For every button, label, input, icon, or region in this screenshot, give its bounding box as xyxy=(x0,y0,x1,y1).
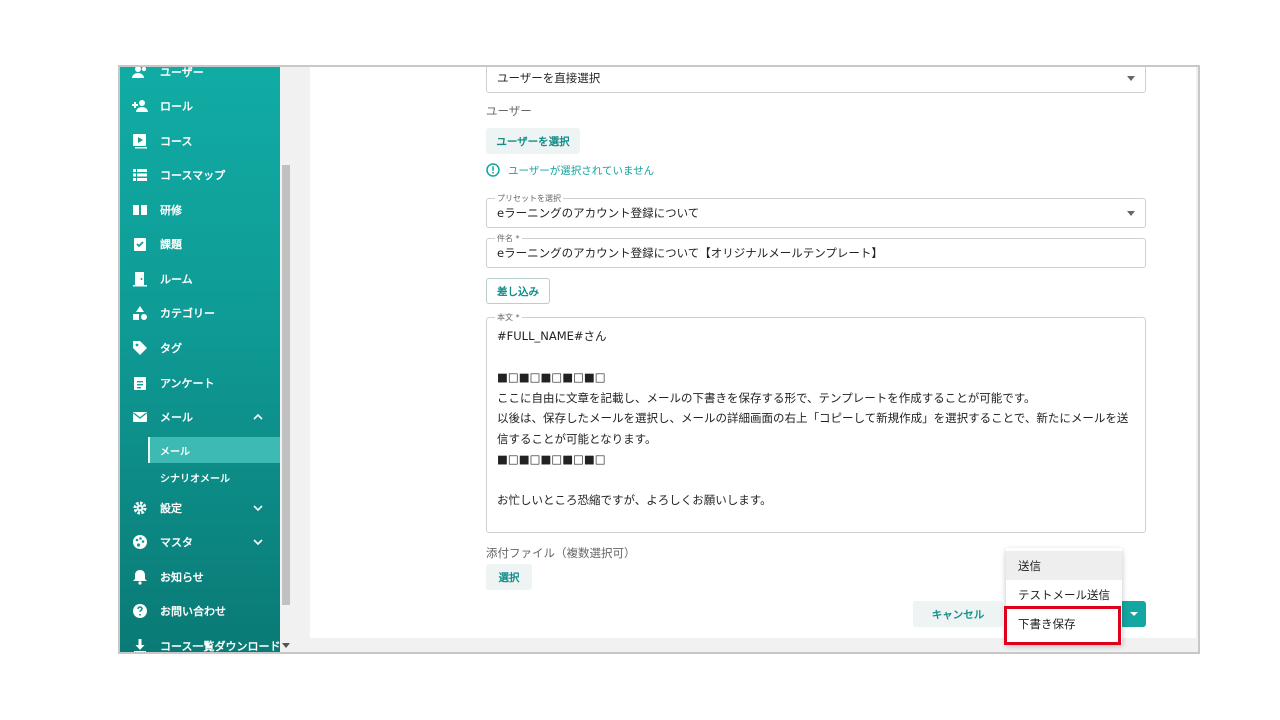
insert-placeholder-button[interactable]: 差し込み xyxy=(486,278,550,304)
body-line: お忙しいところ恐縮ですが、よろしくお願いします。 xyxy=(497,493,772,507)
body-line xyxy=(497,347,1135,368)
scrollbar-thumb[interactable] xyxy=(282,165,290,605)
dropdown-caret-icon xyxy=(1127,211,1135,216)
body-line: ここに自由に文章を記載し、メールの下書きを保存する形で、テンプレートを作成するこ… xyxy=(497,390,1036,405)
preset-select[interactable]: プリセットを選択 eラーニングのアカウント登録について xyxy=(486,193,1146,228)
sidebar: ユーザー ロール コース コースマップ 研修 課題 ルーム カテゴリー タグ ア… xyxy=(120,67,280,652)
sidebar-item-surveys[interactable]: アンケート xyxy=(120,366,280,400)
sidebar-item-roles[interactable]: ロール xyxy=(120,89,280,123)
menu-item-test-send[interactable]: テストメール送信 xyxy=(1006,580,1122,609)
body-line: 以後は、保存したメールを選択し、メールの詳細画面の右上「コピーして新規作成」を選… xyxy=(497,411,1129,425)
sidebar-subitem-mail[interactable]: メール xyxy=(148,437,280,463)
body-line: 信することが可能となります。 xyxy=(497,431,657,446)
door-icon xyxy=(132,271,148,287)
menu-item-send[interactable]: 送信 xyxy=(1006,551,1122,580)
sidebar-item-master[interactable]: マスタ xyxy=(120,525,280,559)
no-user-warning: ユーザーが選択されていません xyxy=(486,161,654,179)
sidebar-item-course-download[interactable]: コース一覧ダウンロード xyxy=(120,629,280,652)
send-options-toggle[interactable] xyxy=(1122,601,1146,627)
sidebar-item-tags[interactable]: タグ xyxy=(120,331,280,365)
dropdown-caret-icon xyxy=(1127,76,1135,81)
body-line xyxy=(497,470,1135,491)
gear-icon xyxy=(132,500,148,516)
subject-input[interactable]: 件名 * eラーニングのアカウント登録について【オリジナルメールテンプレート】 xyxy=(486,233,1146,268)
sidebar-item-users[interactable]: ユーザー xyxy=(120,67,280,89)
download-icon xyxy=(132,638,148,652)
play-icon xyxy=(132,133,148,149)
sidebar-item-categories[interactable]: カテゴリー xyxy=(120,296,280,330)
body-line: ■□■□■□■□■□ xyxy=(497,370,606,384)
sidebar-item-course-map[interactable]: コースマップ xyxy=(120,158,280,192)
person-add-icon xyxy=(132,98,148,114)
scroll-down-arrow-icon[interactable] xyxy=(282,643,290,648)
book-icon xyxy=(132,202,148,218)
cancel-button[interactable]: キャンセル xyxy=(913,601,1003,627)
body-textarea[interactable]: 本文 * #FULL_NAME#さん ■□■□■□■□■□ ここに自由に文章を記… xyxy=(486,312,1146,533)
sidebar-item-settings[interactable]: 設定 xyxy=(120,491,280,525)
help-icon xyxy=(132,603,148,619)
sidebar-item-assignments[interactable]: 課題 xyxy=(120,227,280,261)
attachment-select-button[interactable]: 選択 xyxy=(486,564,532,590)
dropdown-caret-icon xyxy=(1130,612,1138,616)
bell-icon xyxy=(132,569,148,585)
clipboard-check-icon xyxy=(132,236,148,252)
users-icon xyxy=(132,67,148,80)
sidebar-item-courses[interactable]: コース xyxy=(120,124,280,158)
save-draft-highlight xyxy=(1004,606,1121,645)
body-label: 本文 * xyxy=(495,312,522,323)
recipient-mode-select[interactable]: ユーザーを直接選択 xyxy=(486,67,1146,93)
preset-label: プリセットを選択 xyxy=(495,193,563,204)
body-line: #FULL_NAME#さん xyxy=(497,329,607,343)
palette-icon xyxy=(132,534,148,550)
sidebar-item-mail[interactable]: メール xyxy=(120,400,280,434)
mail-icon xyxy=(132,409,148,425)
chevron-down-icon xyxy=(252,502,264,514)
chevron-down-icon xyxy=(252,536,264,548)
body-line: ■□■□■□■□■□ xyxy=(497,452,606,466)
sidebar-item-training[interactable]: 研修 xyxy=(120,193,280,227)
sidebar-item-notices[interactable]: お知らせ xyxy=(120,560,280,594)
attachment-label: 添付ファイル（複数選択可） xyxy=(486,546,636,560)
subject-label: 件名 * xyxy=(495,233,522,244)
sidebar-item-contact[interactable]: お問い合わせ xyxy=(120,594,280,628)
clipboard-icon xyxy=(132,375,148,391)
alert-circle-icon xyxy=(486,163,500,177)
user-label: ユーザー xyxy=(486,104,532,118)
list-icon xyxy=(132,167,148,183)
tag-icon xyxy=(132,340,148,356)
shapes-icon xyxy=(132,305,148,321)
select-user-button[interactable]: ユーザーを選択 xyxy=(486,128,580,154)
sidebar-scrollbar[interactable] xyxy=(280,67,292,652)
sidebar-item-rooms[interactable]: ルーム xyxy=(120,262,280,296)
sidebar-subitem-scenario-mail[interactable]: シナリオメール xyxy=(148,464,280,490)
chevron-up-icon xyxy=(252,411,264,423)
